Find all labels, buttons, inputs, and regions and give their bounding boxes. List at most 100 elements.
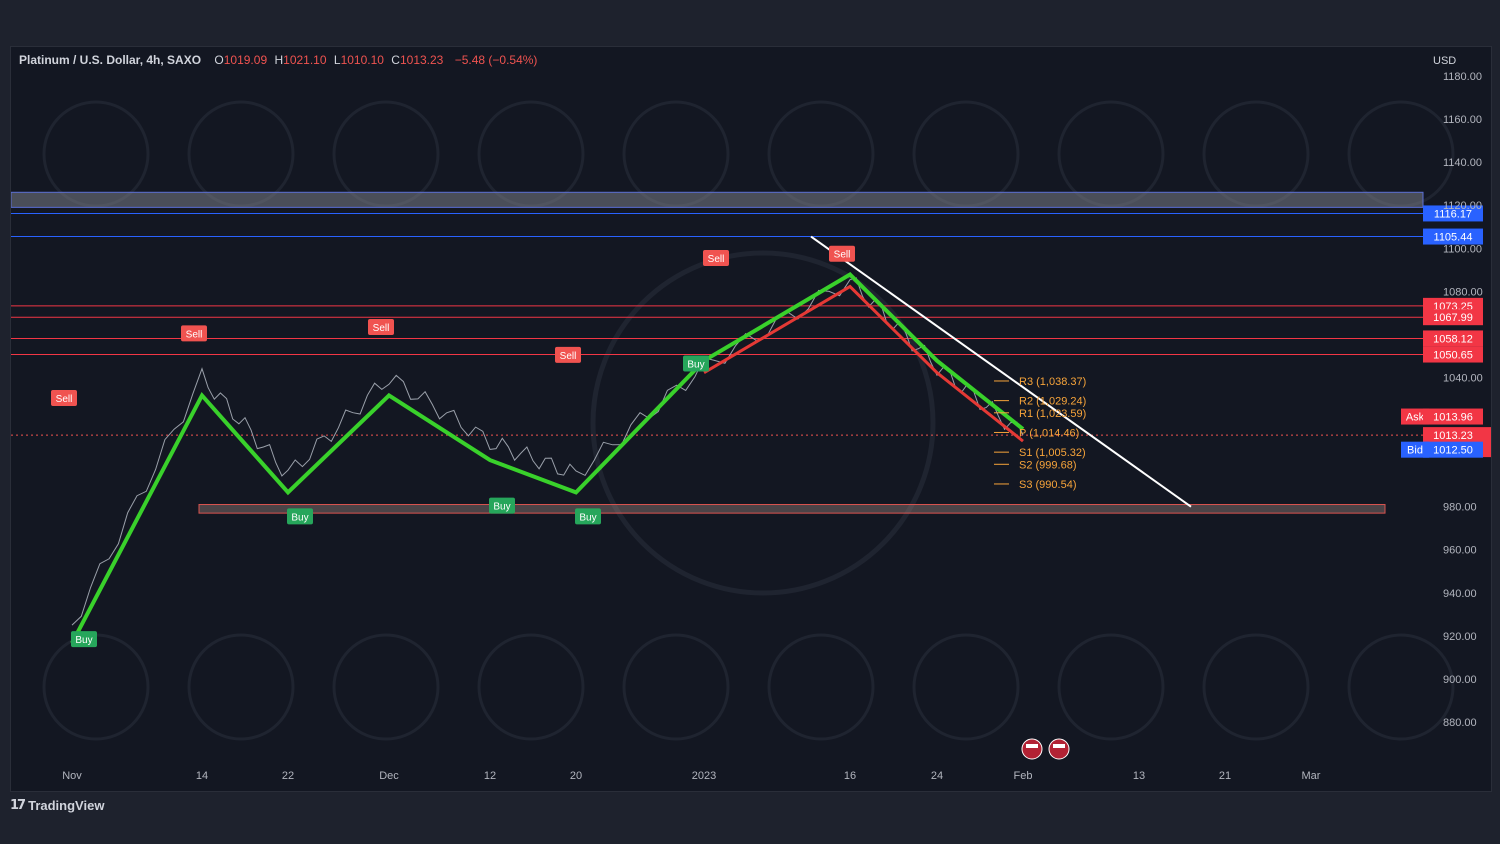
tradingview-icon: 17 [10,798,26,813]
x-tick-label: Mar [1302,770,1321,782]
y-tick-label: 1080.00 [1443,286,1483,298]
signal-label: Buy [75,635,92,646]
us-flag-stripe [1026,744,1038,748]
price-line [71,277,1024,626]
y-tick-label: 1160.00 [1443,114,1482,126]
bid-price-value: 1012.50 [1433,445,1473,457]
x-tick-label: 21 [1219,770,1231,782]
change-value: −5.48 (−0.54%) [454,53,538,67]
pivot-label: S3 (990.54) [1019,479,1076,491]
y-tick-label: 920.00 [1443,631,1477,643]
x-tick-label: 2023 [692,770,716,782]
pivot-label: S2 (999.68) [1019,459,1076,471]
y-tick-label: 900.00 [1443,674,1477,686]
ask-label: Ask [1406,412,1425,424]
pivot-label: R3 (1,038.37) [1019,376,1086,388]
chart-frame: 1116.17 1105.44 1073.25 1067.99 1058.12 1050.… [10,46,1492,792]
x-tick-label: 13 [1133,770,1145,782]
close-value: 1013.23 [399,53,444,67]
watermark-seal-icon [187,100,295,208]
signal-label: Buy [579,512,596,523]
us-flag-event-icon [1048,738,1070,760]
symbol-title[interactable]: Platinum / U.S. Dollar, 4h, SAXO [19,53,201,67]
x-tick-label: 14 [196,770,208,782]
signal-label: Sell [186,329,203,340]
y-tick-label: 1120.00 [1443,200,1482,212]
watermark-seal-icon [767,633,875,741]
signal-label: Sell [373,323,390,334]
y-tick-label: 960.00 [1443,545,1477,557]
x-tick-label: 24 [931,770,943,782]
watermark-seal-icon [477,100,585,208]
signal-label: Sell [56,394,73,405]
pivot-label: P (1,014.46) [1019,427,1079,439]
pivot-label: R1 (1,023.59) [1019,408,1086,420]
x-tick-label: 16 [844,770,856,782]
watermark-seal-icon [332,633,440,741]
price-chart[interactable]: 1116.171105.441073.251067.991058.121050.… [11,47,1491,791]
moving-average-line [703,284,1024,443]
level-tag-text: 1105.44 [1434,232,1473,244]
close-label: C [391,53,400,67]
level-tag-text: 1050.65 [1433,350,1473,362]
symbol-header: Platinum / U.S. Dollar, 4h, SAXO O1019.0… [19,53,537,67]
bid-label: Bid [1407,445,1423,457]
watermark-seal-icon [622,633,730,741]
watermark-seal-icon [187,633,295,741]
x-tick-label: 12 [484,770,496,782]
signal-label: Buy [493,502,510,513]
watermark-seal-icon [1057,633,1165,741]
watermark-seal-icon [1202,633,1310,741]
x-tick-label: 20 [570,770,582,782]
signal-label: Sell [708,254,725,265]
watermark-seal-icon [1057,100,1165,208]
watermark-seal-icon [1347,633,1455,741]
signal-label: Buy [291,512,308,523]
currency-label: USD [1433,55,1457,67]
low-label: L [333,53,341,67]
watermark-seal-icon [622,100,730,208]
x-tick-label: Dec [379,770,399,782]
price-zone [11,191,1424,208]
y-tick-label: 1180.00 [1443,71,1482,83]
high-label: H [274,53,284,67]
level-tag-text: 1058.12 [1433,333,1473,345]
y-tick-label: 940.00 [1443,588,1477,600]
ask-price-value: 1013.96 [1433,412,1473,424]
moving-average-line [70,272,1025,645]
y-tick-label: 1140.00 [1443,157,1482,169]
watermark-seal-icon [912,633,1020,741]
x-tick-label: Nov [62,770,82,782]
open-label: O [214,53,224,67]
watermark-seal-icon [912,100,1020,208]
us-flag-stripe [1053,744,1065,748]
y-tick-label: 980.00 [1443,502,1477,514]
watermark-seal-icon [42,633,150,741]
watermark-seal-icon [767,100,875,208]
x-tick-label: 22 [282,770,294,782]
y-tick-label: 1040.00 [1443,372,1483,384]
level-tag-text: 1067.99 [1433,312,1473,324]
signal-label: Buy [687,360,704,371]
watermark-seal-icon [477,633,585,741]
us-flag-event-icon [1021,738,1043,760]
trendline [810,235,1192,508]
brand-name: TradingView [28,798,105,813]
open-value: 1019.09 [223,53,268,67]
pivot-label: S1 (1,005.32) [1019,447,1086,459]
y-tick-label: 880.00 [1443,717,1477,729]
pivot-label: R2 (1,029.24) [1019,396,1086,408]
last-price-value: 1013.23 [1433,430,1473,442]
watermark-seal-icon [332,100,440,208]
tradingview-logo[interactable]: 17 TradingView [10,798,104,813]
y-tick-label: 1100.00 [1443,243,1482,255]
signal-label: Sell [560,351,577,362]
price-zone [198,504,1386,514]
high-value: 1021.10 [283,53,327,67]
watermark-seal-icon [1202,100,1310,208]
signal-label: Sell [834,250,851,261]
low-value: 1010.10 [340,53,384,67]
watermark-seal-icon [42,100,150,208]
x-tick-label: Feb [1014,770,1033,782]
watermark-seal-icon [1347,100,1455,208]
